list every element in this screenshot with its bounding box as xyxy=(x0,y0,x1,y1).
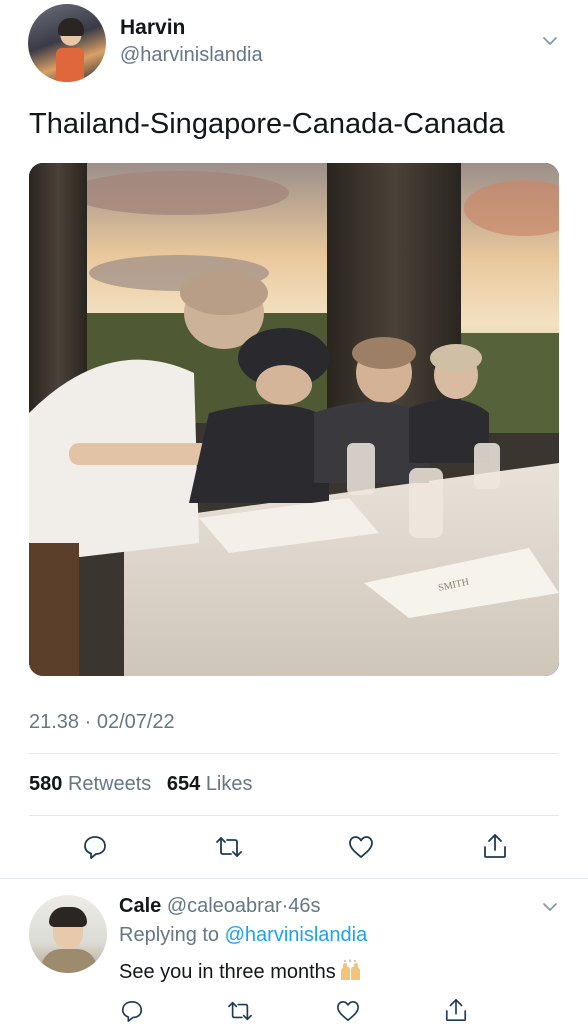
share-button[interactable] xyxy=(480,831,510,861)
raising-hands-icon xyxy=(340,959,360,980)
divider xyxy=(29,753,559,754)
replying-prefix: Replying to xyxy=(119,924,220,946)
reply-button[interactable] xyxy=(80,832,110,862)
reply-icon xyxy=(84,836,106,859)
author-avatar[interactable] xyxy=(28,4,106,82)
reply-text-content: See you in three months xyxy=(119,961,336,983)
likes-count[interactable]: 654 xyxy=(167,773,200,795)
reply-time: 46s xyxy=(288,895,321,917)
reply-text: See you in three months xyxy=(119,959,364,984)
tweet-stats: 580 Retweets 654 Likes xyxy=(29,773,253,796)
like-icon xyxy=(349,836,373,858)
author-name[interactable]: Harvin xyxy=(120,16,185,40)
tweet-timestamp: 21.38 · 02/07/22 xyxy=(29,711,175,733)
reply-header: Cale @caleoabrar·46s xyxy=(119,895,321,918)
reply-retweet-button[interactable] xyxy=(225,996,255,1024)
like-button[interactable] xyxy=(346,832,376,862)
author-handle[interactable]: @harvinislandia xyxy=(120,44,263,67)
replying-to-link[interactable]: @harvinislandia xyxy=(225,924,368,946)
tweet-text: Thailand-Singapore-Canada-Canada xyxy=(29,108,505,140)
reply-author-name[interactable]: Cale xyxy=(119,895,161,917)
reply-icon xyxy=(121,1000,143,1022)
chevron-down-icon[interactable] xyxy=(541,898,559,916)
reply-author-avatar[interactable] xyxy=(29,895,107,973)
retweets-label[interactable]: Retweets xyxy=(68,773,151,795)
share-icon xyxy=(445,999,467,1021)
chevron-down-icon[interactable] xyxy=(541,32,559,50)
like-icon xyxy=(337,1000,359,1022)
retweets-count[interactable]: 580 xyxy=(29,773,62,795)
photo-scene: SMITH xyxy=(29,163,559,676)
reply-author-handle[interactable]: @caleoabrar xyxy=(167,895,282,917)
tweet-photo[interactable]: SMITH xyxy=(29,163,559,676)
retweet-icon xyxy=(216,837,242,857)
section-divider xyxy=(0,878,588,879)
share-icon xyxy=(484,834,506,858)
divider xyxy=(29,815,559,816)
replying-to: Replying to @harvinislandia xyxy=(119,924,367,947)
retweet-icon xyxy=(228,1001,252,1021)
retweet-button[interactable] xyxy=(214,832,244,862)
reply-like-button[interactable] xyxy=(333,996,363,1024)
likes-label[interactable]: Likes xyxy=(206,773,253,795)
reply-reply-button[interactable] xyxy=(117,996,147,1024)
reply-share-button[interactable] xyxy=(441,995,471,1024)
